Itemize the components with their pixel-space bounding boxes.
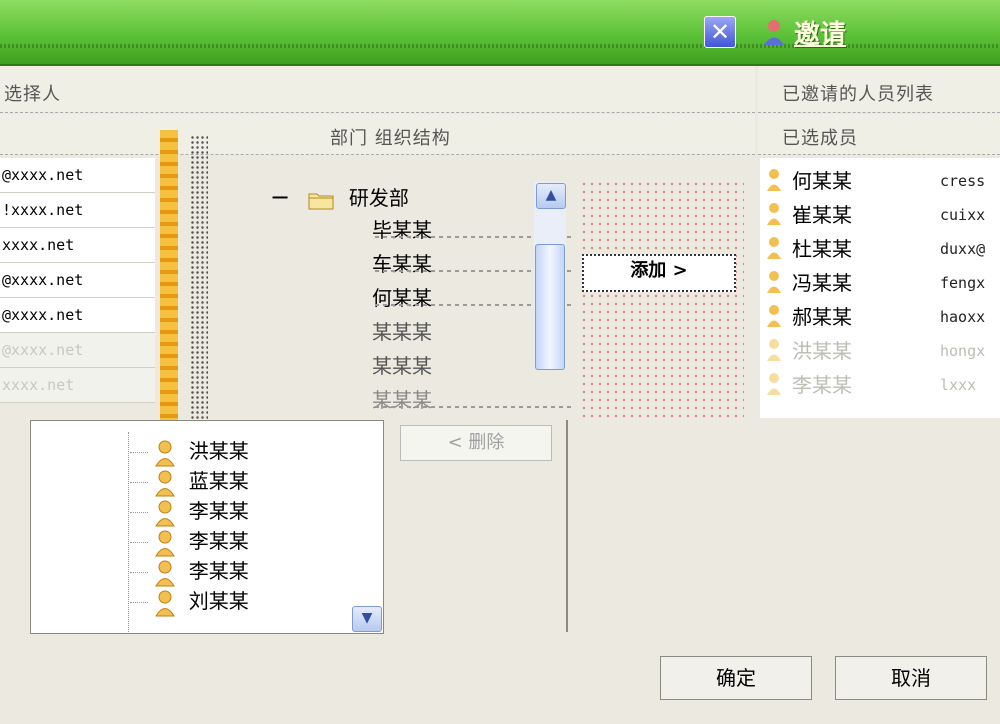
tree-item[interactable]: 李某某: [130, 556, 249, 586]
person-icon: [155, 530, 176, 556]
person-icon: [767, 169, 781, 191]
selected-row[interactable]: 李某某 lxxx: [760, 368, 1000, 402]
chevron-up-icon: ▲: [545, 187, 557, 203]
user-icon: [764, 20, 784, 45]
person-icon: [155, 470, 176, 496]
member-item[interactable]: 某某某: [372, 384, 432, 413]
email-row[interactable]: @xxxx.net: [0, 333, 155, 368]
selected-email: haoxx: [940, 308, 986, 326]
member-item[interactable]: 某某某: [372, 350, 432, 379]
selected-row[interactable]: 冯某某 fengx: [760, 266, 1000, 300]
tree-item-label: 刘某某: [188, 589, 249, 613]
window-title: 邀请: [794, 20, 847, 50]
add-button[interactable]: 添加 >: [582, 254, 736, 292]
selected-email: duxx@: [940, 240, 986, 258]
tree-item[interactable]: 李某某: [130, 526, 249, 556]
person-icon: [767, 271, 781, 293]
delete-button[interactable]: < 删除: [400, 425, 552, 461]
person-icon: [767, 237, 781, 259]
tree-item-label: 洪某某: [188, 439, 249, 463]
title-bar[interactable]: [0, 0, 1000, 66]
person-icon: [155, 440, 176, 466]
panel-divider: [566, 420, 568, 632]
tree-item-label: 李某某: [188, 499, 249, 523]
tree-item-label: 蓝某某: [188, 469, 249, 493]
email-row[interactable]: xxxx.net: [0, 368, 155, 403]
tree-item-label: 李某某: [188, 559, 249, 583]
strip-mid-right: 已选成员: [758, 114, 1000, 155]
close-icon: ✕: [709, 18, 731, 46]
cancel-button[interactable]: 取消: [835, 656, 987, 700]
person-icon: [155, 500, 176, 526]
selected-row[interactable]: 杜某某 duxx@: [760, 232, 1000, 266]
selected-row[interactable]: 崔某某 cuixx: [760, 198, 1000, 232]
tree-item[interactable]: 洪某某: [130, 436, 249, 466]
chevron-down-icon: ▼: [361, 610, 373, 626]
strip-right: 已邀请的人员列表: [758, 66, 1000, 113]
title-bar-pattern: [0, 44, 1000, 48]
strip-mid-right-text: 已选成员: [782, 128, 858, 149]
selected-name: 杜某某: [792, 237, 852, 261]
divider: [375, 406, 575, 408]
strip-left-text: 选择人: [4, 84, 61, 105]
tree-item[interactable]: 李某某: [130, 496, 249, 526]
selected-email: fengx: [940, 274, 986, 292]
email-row[interactable]: xxxx.net: [0, 228, 155, 263]
strip-mid-text: 部门 组织结构: [330, 128, 451, 149]
strip-right-text: 已邀请的人员列表: [782, 84, 934, 105]
selected-row[interactable]: 郝某某 haoxx: [760, 300, 1000, 334]
scroll-down-button[interactable]: ▼: [352, 606, 382, 632]
selected-name: 李某某: [792, 373, 852, 397]
orange-marker-strip: [160, 130, 178, 420]
selected-email: cress: [940, 172, 986, 190]
member-item[interactable]: 某某某: [372, 316, 432, 345]
selected-name: 何某某: [792, 169, 852, 193]
scroll-up-button[interactable]: ▲: [536, 183, 566, 209]
selected-name: 冯某某: [792, 271, 852, 295]
collapse-toggle[interactable]: −: [270, 183, 290, 211]
confirm-button[interactable]: 确定: [660, 656, 812, 700]
scrollbar-thumb[interactable]: [535, 244, 565, 370]
tree-item[interactable]: 刘某某: [130, 586, 249, 616]
selected-name: 洪某某: [792, 339, 852, 363]
selected-row[interactable]: 洪某某 hongx: [760, 334, 1000, 368]
selected-list: 何某某 cress 崔某某 cuixx 杜某某 duxx@ 冯某某 fengx …: [760, 158, 1000, 418]
person-icon: [767, 339, 781, 361]
member-item[interactable]: 毕某某: [372, 214, 432, 243]
email-list: @xxxx.net !xxxx.net xxxx.net @xxxx.net @…: [0, 158, 155, 403]
close-button[interactable]: ✕: [704, 16, 736, 48]
tree-dotted-guide: [190, 135, 208, 425]
department-node[interactable]: − 研发部: [270, 182, 409, 212]
selected-name: 郝某某: [792, 305, 852, 329]
selected-email: hongx: [940, 342, 986, 360]
member-item[interactable]: 车某某: [372, 248, 432, 277]
selected-name: 崔某某: [792, 203, 852, 227]
person-icon: [155, 560, 176, 586]
strip-left: 选择人: [0, 66, 755, 113]
email-row[interactable]: @xxxx.net: [0, 298, 155, 333]
selected-email: cuixx: [940, 206, 986, 224]
email-row[interactable]: @xxxx.net: [0, 263, 155, 298]
person-icon: [155, 590, 176, 616]
department-name: 研发部: [348, 186, 409, 210]
selected-email: lxxx: [940, 376, 977, 394]
email-row[interactable]: !xxxx.net: [0, 193, 155, 228]
person-icon: [767, 203, 781, 225]
member-item[interactable]: 何某某: [372, 282, 432, 311]
tree-item-label: 李某某: [188, 529, 249, 553]
strip-mid: 部门 组织结构: [0, 114, 755, 155]
person-icon: [767, 305, 781, 327]
tree-item[interactable]: 蓝某某: [130, 466, 249, 496]
person-icon: [767, 373, 781, 395]
selected-row[interactable]: 何某某 cress: [760, 164, 1000, 198]
add-area: [580, 180, 744, 420]
folder-icon: [308, 193, 334, 209]
email-row[interactable]: @xxxx.net: [0, 158, 155, 193]
